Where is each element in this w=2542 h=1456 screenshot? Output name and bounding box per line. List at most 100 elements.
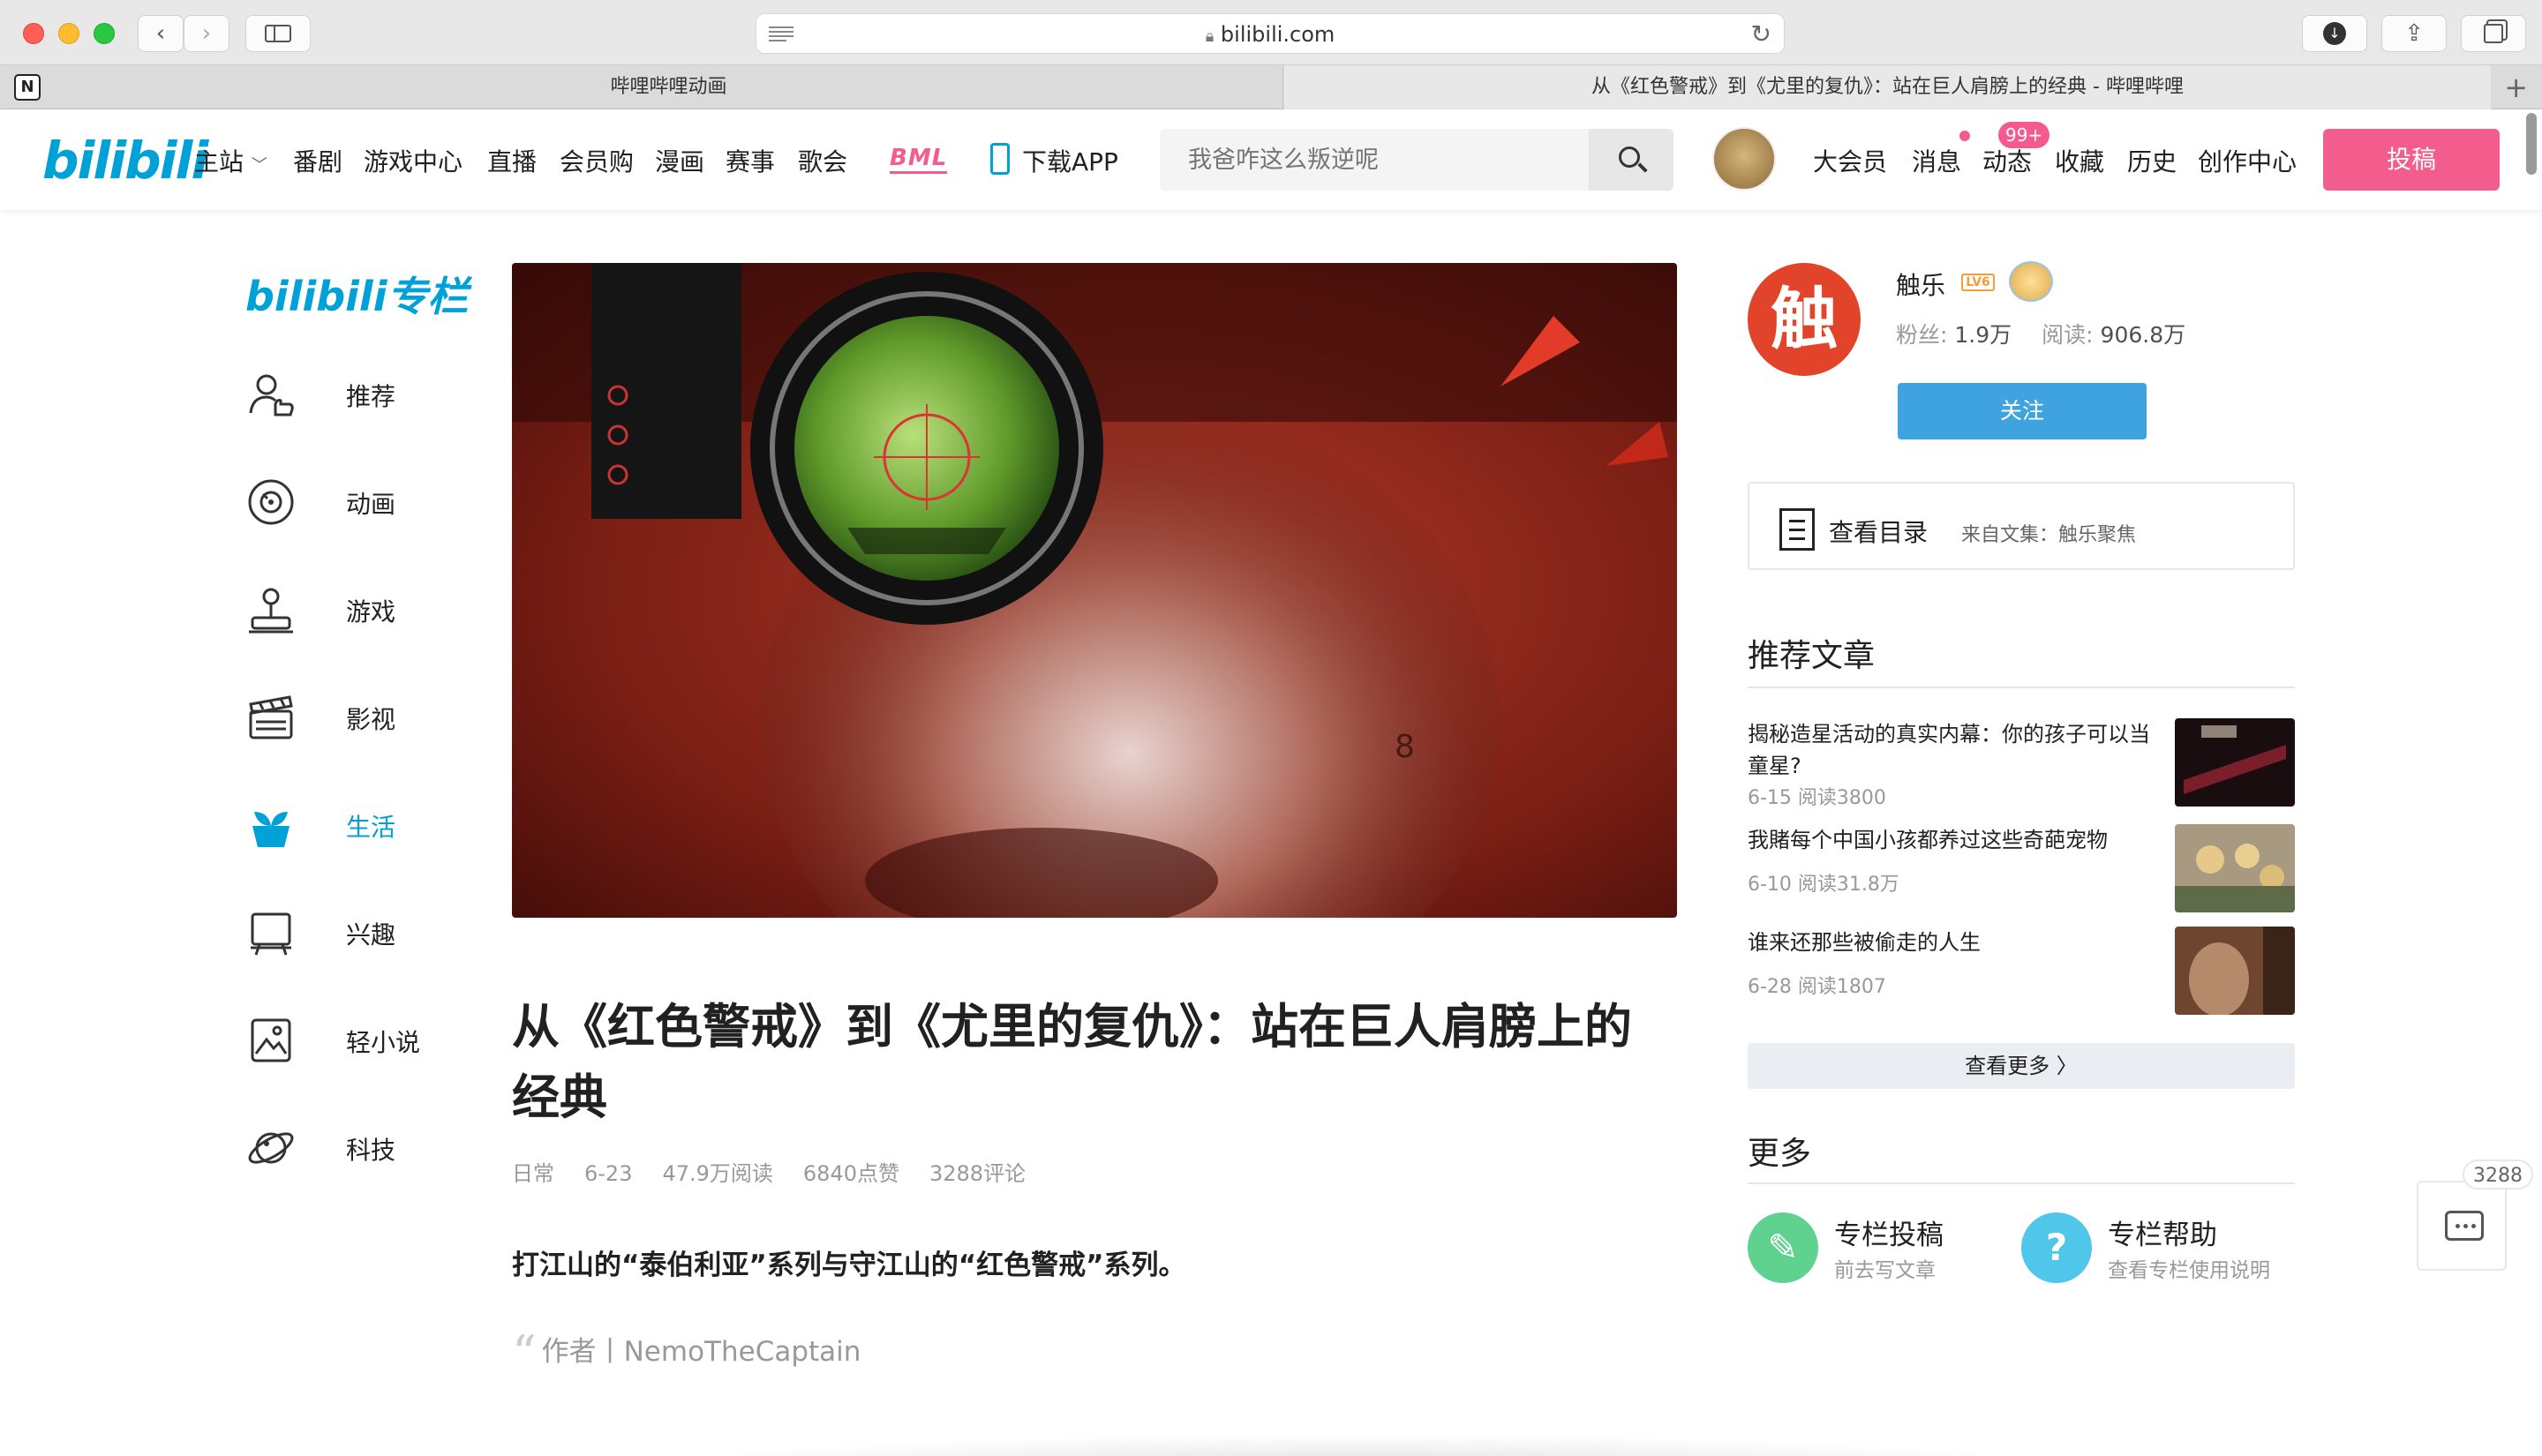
article-category[interactable]: 日常 [512, 1161, 554, 1186]
upload-button[interactable]: 投稿 [2323, 129, 2500, 191]
recommend-item-title: 揭秘造星活动的真实内幕：你的孩子可以当童星? [1748, 722, 2150, 778]
sidebar-item-light-novel[interactable]: 轻小说 [245, 1009, 510, 1071]
sidebar-item-game[interactable]: 游戏 [245, 579, 510, 641]
nav-dynamic[interactable]: 动态 [1982, 143, 2032, 178]
article-date: 6-23 [584, 1161, 633, 1186]
bml-link[interactable]: BML [890, 145, 948, 174]
pen-icon: ✎ [1748, 1212, 1818, 1283]
tool-name: 专栏投稿 [1834, 1220, 1944, 1251]
more-section-title: 更多 [1748, 1136, 1812, 1172]
nav-history[interactable]: 历史 [2127, 143, 2177, 178]
browser-toolbar: ‹ › 🔒︎ bilibili.com ↻ ↓ ⇪ [0, 0, 2542, 65]
sidebar-item-label: 动画 [346, 490, 396, 519]
recommend-item-meta: 6-28 阅读1807 [1748, 976, 1886, 998]
recommend-item[interactable]: 谁来还那些被偷走的人生 6-28 阅读1807 [1748, 927, 2295, 1015]
search-input[interactable] [1160, 129, 1589, 191]
content-card-shadow [636, 1434, 2083, 1456]
address-bar[interactable]: 🔒︎ bilibili.com ↻ [756, 13, 1785, 54]
sidebar-item-recommend[interactable]: 推荐 [245, 364, 510, 425]
sidebar-toggle-button[interactable] [245, 15, 311, 52]
article-cover-image: 8 [512, 263, 1677, 918]
up-stats: 粉丝: 1.9万 阅读: 906.8万 [1896, 322, 2186, 348]
nav-concert[interactable]: 歌会 [798, 143, 847, 178]
minimize-window-button[interactable] [58, 23, 79, 44]
nav-messages[interactable]: 消息 [1912, 143, 1961, 178]
up-reads: 906.8万 [2100, 322, 2186, 348]
help-icon: ? [2021, 1212, 2092, 1283]
recommend-item[interactable]: 揭秘造星活动的真实内幕：你的孩子可以当童星? 6-15 阅读3800 [1748, 718, 2295, 809]
nav-main[interactable]: 主站 ﹀ [194, 143, 267, 178]
bilibili-logo[interactable]: bilibili [42, 131, 208, 191]
page-scrollbar[interactable] [2526, 113, 2537, 175]
reload-icon[interactable]: ↻ [1751, 19, 1771, 49]
share-icon: ⇪ [2404, 20, 2424, 47]
tab-bilibili-home[interactable]: 哔哩哔哩动画 [55, 65, 1283, 109]
nav-live[interactable]: 直播 [487, 143, 537, 178]
recommend-icon [249, 374, 294, 417]
nav-vip[interactable]: 大会员 [1813, 143, 1887, 178]
sidebar-item-interest[interactable]: 兴趣 [245, 902, 510, 964]
column-submit-link[interactable]: ✎ 专栏投稿 前去写文章 [1748, 1207, 2012, 1287]
sidebar-item-label: 游戏 [346, 597, 396, 627]
back-button[interactable]: ‹ [138, 15, 184, 52]
article-author: “作者丨NemoTheCaptain [512, 1325, 861, 1381]
section-divider [1748, 1182, 2295, 1184]
tab-overview-button[interactable] [2461, 15, 2526, 52]
thumbnail-image [2175, 824, 2295, 912]
tool-desc: 前去写文章 [1834, 1259, 1936, 1282]
article-lead: 打江山的“泰伯利亚”系列与守江山的“红色警戒”系列。 [512, 1250, 1186, 1281]
nav-esports[interactable]: 赛事 [726, 143, 775, 178]
nav-bangumi[interactable]: 番剧 [293, 143, 342, 178]
sidebar-item-label: 轻小说 [346, 1028, 421, 1057]
toc-label: 查看目录 [1829, 518, 1929, 547]
thumbnail-image [2175, 718, 2295, 807]
search-bar [1160, 129, 1673, 191]
quote-icon: “ [512, 1325, 537, 1381]
nav-mall[interactable]: 会员购 [560, 143, 634, 178]
section-divider [1748, 687, 2295, 688]
up-avatar[interactable]: 触 [1748, 263, 1861, 376]
view-more-button[interactable]: 查看更多 〉 [1748, 1043, 2295, 1089]
download-app-link[interactable]: 下载APP [1022, 143, 1118, 178]
follow-button[interactable]: 关注 [1898, 383, 2147, 439]
recommend-item[interactable]: 我賭每个中国小孩都养过这些奇葩宠物 6-10 阅读31.8万 [1748, 824, 2295, 912]
zoom-window-button[interactable] [94, 23, 115, 44]
dynamic-badge: 99+ [1998, 122, 2050, 148]
toc-box[interactable]: 查看目录 来自文集：触乐聚焦 [1748, 482, 2295, 570]
chevron-left-icon: ‹ [155, 20, 166, 47]
planet-icon [248, 1132, 294, 1164]
new-tab-button[interactable]: + [2504, 65, 2528, 109]
forward-button[interactable]: › [184, 15, 229, 52]
nav-game-center[interactable]: 游戏中心 [364, 143, 463, 178]
column-logo[interactable]: bilibili专栏 [245, 265, 468, 323]
nav-favorites[interactable]: 收藏 [2055, 143, 2104, 178]
nav-manga[interactable]: 漫画 [655, 143, 704, 178]
joystick-icon [249, 588, 293, 634]
close-window-button[interactable] [23, 23, 44, 44]
tab-bar: N 哔哩哔哩动画 从《红色警戒》到《尤里的复仇》：站在巨人肩膀上的经典 - 哔哩… [0, 65, 2542, 109]
toc-collection[interactable]: 来自文集：触乐聚焦 [1961, 519, 2136, 547]
nav-creator-center[interactable]: 创作中心 [2198, 143, 2297, 178]
sidebar-item-life[interactable]: 生活 [245, 794, 510, 856]
downloads-button[interactable]: ↓ [2302, 15, 2367, 52]
notion-icon[interactable]: N [14, 74, 41, 101]
user-avatar[interactable] [1712, 127, 1776, 191]
lock-icon: 🔒︎ [1205, 27, 1215, 46]
article-likes: 6840点赞 [802, 1161, 899, 1186]
sidebar-item-label: 科技 [346, 1136, 396, 1165]
sidebar-item-tech[interactable]: 科技 [245, 1117, 510, 1179]
recommend-item-meta: 6-10 阅读31.8万 [1748, 874, 1899, 896]
up-name[interactable]: 触乐 [1896, 266, 1945, 302]
column-help-link[interactable]: ? 专栏帮助 查看专栏使用说明 [2021, 1207, 2286, 1287]
comment-count-badge: 3288 [2463, 1160, 2533, 1190]
sidebar-item-animation[interactable]: 动画 [245, 471, 510, 533]
share-button[interactable]: ⇪ [2381, 15, 2447, 52]
comment-float-button[interactable] [2417, 1181, 2507, 1271]
tool-desc: 查看专栏使用说明 [2108, 1259, 2270, 1282]
article-reads: 47.9万阅读 [662, 1161, 773, 1186]
sidebar-item-film[interactable]: 影视 [245, 687, 510, 748]
search-button[interactable] [1589, 129, 1673, 191]
article-title: 从《红色警戒》到《尤里的复仇》：站在巨人肩膀上的经典 [512, 999, 1632, 1125]
tab-article[interactable]: 从《红色警戒》到《尤里的复仇》：站在巨人肩膀上的经典 - 哔哩哔哩 [1284, 65, 2491, 109]
tabs-icon [2484, 24, 2503, 43]
